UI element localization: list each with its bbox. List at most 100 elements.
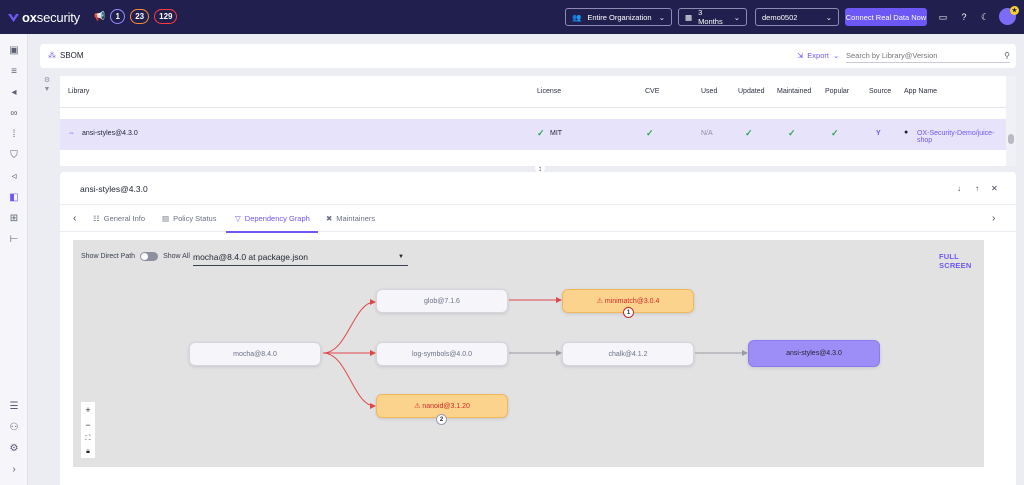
search-field[interactable]: ⚲ xyxy=(846,49,1010,63)
header-cve[interactable]: CVE xyxy=(645,88,659,95)
table-row[interactable] xyxy=(60,161,1006,166)
brand-logo[interactable]: oxsecurity xyxy=(8,10,80,25)
lock-icon[interactable]: 🔒︎ xyxy=(86,448,90,456)
organization-value: Entire Organization xyxy=(587,12,652,22)
dependency-graph: Show Direct Path Show All mocha@8.4.0 at… xyxy=(73,240,984,467)
scroll-thumb[interactable] xyxy=(1008,134,1014,144)
connectors-icon[interactable]: ⊢ xyxy=(8,233,20,245)
tab-general-info[interactable]: ☷ General Info xyxy=(93,214,145,223)
node-mocha[interactable]: mocha@8.4.0 xyxy=(189,342,321,366)
node-log-symbols-label: log-symbols@4.0.0 xyxy=(411,350,473,358)
top-bar: oxsecurity 📢 1 23 129 👥 Entire Organizat… xyxy=(0,0,1024,34)
calendar-icon: ▦ xyxy=(685,12,693,22)
dashboard-icon[interactable]: ▣ xyxy=(8,44,20,56)
page-title-text: SBOM xyxy=(60,51,84,60)
updated-check-icon: ✓ xyxy=(745,128,753,138)
app-name-link[interactable]: OX-Security-Demo/juice-shop xyxy=(917,130,1006,144)
edge-mocha-nanoid xyxy=(322,352,376,409)
org-icon: 👥 xyxy=(572,12,582,22)
alert-count-low[interactable]: 1 xyxy=(110,9,126,24)
node-ansi-styles[interactable]: ansi-styles@4.3.0 xyxy=(748,340,880,367)
chat-icon[interactable]: ▭ xyxy=(937,11,949,23)
table-header: Library License CVE Used Updated Maintai… xyxy=(60,76,1006,108)
zoom-controls: + − ⛶ 🔒︎ xyxy=(81,402,95,458)
tab-dependency-graph[interactable]: ▽ Dependency Graph xyxy=(235,214,310,223)
alerts-icon[interactable]: ◂ xyxy=(8,86,20,98)
header-license[interactable]: License xyxy=(537,88,561,95)
users-icon[interactable]: ⚇ xyxy=(8,421,20,433)
warning-icon: ⚠ xyxy=(414,403,421,410)
shield-icon[interactable]: ⛉ xyxy=(8,149,20,161)
source-cell: Y xyxy=(876,130,881,137)
search-input[interactable] xyxy=(846,51,996,60)
filter-icon[interactable]: ▼ xyxy=(44,86,51,93)
issues-list-icon[interactable]: ≡ xyxy=(8,65,20,77)
header-source[interactable]: Source xyxy=(869,88,891,95)
close-icon[interactable]: ✕ xyxy=(991,184,998,193)
node-mocha-label: mocha@8.4.0 xyxy=(233,350,277,358)
header-maintained[interactable]: Maintained xyxy=(777,88,811,95)
sbom-icon[interactable]: ◧ xyxy=(8,191,20,203)
settings-small-icon[interactable]: ⚙ xyxy=(44,76,50,84)
active-tab-indicator xyxy=(226,231,318,233)
connect-real-data-button[interactable]: Connect Real Data Now xyxy=(845,8,927,26)
environment-dropdown[interactable]: demo0502 ⌄ xyxy=(755,8,839,26)
organization-dropdown[interactable]: 👥 Entire Organization ⌄ xyxy=(565,8,672,26)
detail-panel: ansi-styles@4.3.0 ↓ ↑ ✕ ‹ ☷ General Info … xyxy=(60,172,1016,485)
node-glob[interactable]: glob@7.1.6 xyxy=(376,289,508,313)
modules-icon[interactable]: ⊞ xyxy=(8,212,20,224)
tab-policy-status[interactable]: ▤ Policy Status xyxy=(162,214,216,223)
library-cell[interactable]: ansi-styles@4.3.0 xyxy=(82,130,138,137)
tabs-next-icon[interactable]: › xyxy=(992,213,995,224)
period-dropdown[interactable]: ▦ 3 Months ⌄ xyxy=(678,8,747,26)
graph-icon: ▽ xyxy=(235,214,241,223)
tab-maintainers[interactable]: ✖ Maintainers xyxy=(326,214,375,223)
license-cell: MIT xyxy=(550,130,563,137)
maintainers-icon: ✖ xyxy=(326,214,333,223)
header-used[interactable]: Used xyxy=(701,88,717,95)
announce-icon[interactable]: ◃ xyxy=(8,170,20,182)
node-log-symbols[interactable]: log-symbols@4.0.0 xyxy=(376,342,508,366)
header-library[interactable]: Library xyxy=(68,88,89,95)
arrow-up-icon[interactable]: ↑ xyxy=(975,184,979,193)
edge-mocha-glob xyxy=(322,299,376,354)
arrow-down-icon[interactable]: ↓ xyxy=(957,184,961,193)
header-updated[interactable]: Updated xyxy=(738,88,764,95)
pipeline-icon[interactable]: ∞ xyxy=(8,107,20,119)
search-icon[interactable]: ⚲ xyxy=(1004,51,1010,60)
header-popular[interactable]: Popular xyxy=(825,88,849,95)
nanoid-issue-badge[interactable]: 2 xyxy=(436,414,447,425)
github-icon: ● xyxy=(904,129,909,136)
filter-rail: ⚙ ▼ xyxy=(40,76,54,100)
left-sidebar: ▣ ≡ ◂ ∞ ⁞ ⛉ ◃ ◧ ⊞ ⊢ ☰ ⚇ ⚙ › xyxy=(0,34,28,485)
zoom-in-icon[interactable]: + xyxy=(85,405,90,415)
apps-grid-icon[interactable]: ⁞ xyxy=(8,128,20,140)
detail-title: ansi-styles@4.3.0 xyxy=(80,184,148,194)
alert-count-medium[interactable]: 23 xyxy=(130,9,150,24)
expand-sidebar-icon[interactable]: › xyxy=(8,463,20,475)
dark-mode-icon[interactable]: ☾ xyxy=(979,11,991,23)
tab-general-info-label: General Info xyxy=(103,214,146,223)
header-app-name[interactable]: App Name xyxy=(904,88,937,95)
help-icon[interactable]: ? xyxy=(958,11,970,23)
node-nanoid-label: nanoid@3.1.20 xyxy=(422,402,470,410)
link-icon: ⇔ xyxy=(68,130,75,137)
fit-view-icon[interactable]: ⛶ xyxy=(86,435,91,443)
popular-check-icon: ✓ xyxy=(831,128,839,138)
table-scrollbar[interactable] xyxy=(1006,76,1016,166)
chevron-down-icon: ⌄ xyxy=(832,51,840,60)
reports-icon[interactable]: ☰ xyxy=(8,400,20,412)
settings-gear-icon[interactable]: ⚙ xyxy=(8,442,20,454)
alert-counters: 📢 1 23 129 xyxy=(94,9,178,24)
export-button[interactable]: ⇲ Export ⌄ xyxy=(797,51,839,60)
node-chalk[interactable]: chalk@4.1.2 xyxy=(562,342,694,366)
alert-count-high[interactable]: 129 xyxy=(154,9,178,24)
zoom-out-icon[interactable]: − xyxy=(85,420,90,430)
table-row-selected[interactable]: ⇔ ansi-styles@4.3.0 ✓ MIT ✓ N/A ✓ ✓ ✓ Y … xyxy=(60,119,1006,150)
brand-name-rest: security xyxy=(36,10,80,25)
minimatch-issue-badge[interactable]: 1 xyxy=(623,307,634,318)
tab-maintainers-label: Maintainers xyxy=(336,214,376,223)
sbom-header: ⁂ SBOM ⇲ Export ⌄ ⚲ xyxy=(40,44,1016,68)
tabs-prev-icon[interactable]: ‹ xyxy=(73,213,76,224)
export-label: Export xyxy=(807,51,829,60)
